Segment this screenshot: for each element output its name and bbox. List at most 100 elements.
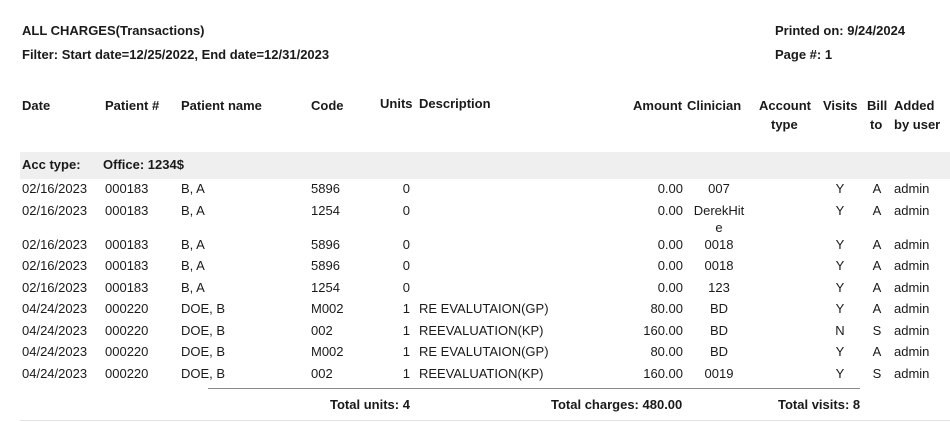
cell-clinician: 007: [708, 181, 730, 196]
col-header-units: Units: [380, 96, 413, 111]
page-number: Page #: 1: [775, 47, 833, 62]
cell-added-by: admin: [894, 181, 930, 196]
cell-units: 0: [402, 258, 410, 273]
cell-added-by: admin: [894, 301, 930, 316]
cell-amount: 80.00: [650, 301, 683, 316]
cell-patient-number: 000183: [105, 203, 149, 218]
cell-amount: 160.00: [643, 323, 683, 338]
cell-date: 04/24/2023: [22, 344, 88, 359]
cell-description: RE EVALUTAION(GP): [419, 301, 549, 316]
cell-patient-name: DOE, B: [181, 344, 226, 359]
col-header-account-type-line2: type: [771, 117, 798, 132]
cell-added-by: admin: [894, 323, 930, 338]
cell-units: 1: [402, 366, 410, 381]
cell-date: 02/16/2023: [22, 203, 88, 218]
cell-code: 5896: [311, 258, 340, 273]
cell-units: 0: [402, 181, 410, 196]
total-charges: Total charges: 480.00: [551, 397, 683, 412]
cell-added-by: admin: [894, 237, 930, 252]
cell-added-by: admin: [894, 366, 930, 381]
cell-patient-number: 000220: [105, 323, 149, 338]
cell-date: 04/24/2023: [22, 366, 88, 381]
cell-amount: 160.00: [643, 366, 683, 381]
cell-patient-number: 000183: [105, 181, 149, 196]
acc-type-label: Acc type:: [22, 157, 81, 172]
cell-description: REEVALUATION(KP): [419, 366, 544, 381]
cell-code: 002: [311, 366, 333, 381]
cell-units: 0: [402, 237, 410, 252]
col-header-date: Date: [22, 98, 51, 113]
col-header-patient-number: Patient #: [105, 98, 160, 113]
cell-clinician: 0019: [704, 366, 734, 381]
cell-patient-name: B, A: [181, 280, 205, 295]
cell-patient-number: 000183: [105, 258, 149, 273]
cell-amount: 0.00: [657, 280, 683, 295]
cell-code: 002: [311, 323, 333, 338]
cell-patient-number: 000220: [105, 301, 149, 316]
cell-bill-to: A: [872, 237, 882, 252]
cell-patient-name: B, A: [181, 258, 205, 273]
cell-clinician: BD: [709, 323, 729, 338]
printed-on: Printed on: 9/24/2024: [775, 23, 906, 38]
cell-patient-number: 000220: [105, 366, 149, 381]
cell-code: M002: [311, 301, 344, 316]
cell-code: 5896: [311, 181, 340, 196]
cell-bill-to: S: [872, 323, 882, 338]
cell-clinician: BD: [709, 344, 729, 359]
cell-units: 1: [402, 344, 410, 359]
cell-visits: Y: [835, 301, 845, 316]
cell-bill-to: A: [872, 301, 882, 316]
cell-patient-name: B, A: [181, 237, 205, 252]
cell-units: 0: [402, 280, 410, 295]
col-header-added-by-line1: Added: [894, 98, 935, 113]
cell-clinician: 0018: [704, 237, 734, 252]
cell-bill-to: A: [872, 344, 882, 359]
col-header-description: Description: [419, 96, 491, 111]
col-header-patient-name: Patient name: [181, 98, 262, 113]
cell-patient-name: DOE, B: [181, 366, 226, 381]
cell-description: RE EVALUTAION(GP): [419, 344, 549, 359]
cell-clinician: BD: [709, 301, 729, 316]
cell-bill-to: A: [872, 258, 882, 273]
cell-date: 02/16/2023: [22, 280, 88, 295]
cell-clinician: 0018: [704, 258, 734, 273]
cell-added-by: admin: [894, 344, 930, 359]
col-header-account-type-line1: Account: [759, 98, 811, 113]
cell-patient-number: 000220: [105, 344, 149, 359]
total-visits: Total visits: 8: [778, 397, 861, 412]
cell-visits: Y: [835, 280, 845, 295]
cell-added-by: admin: [894, 258, 930, 273]
cell-description: REEVALUATION(KP): [419, 323, 544, 338]
col-header-amount: Amount: [633, 98, 683, 113]
cell-code: 1254: [311, 280, 340, 295]
cell-bill-to: S: [872, 366, 882, 381]
cell-amount: 0.00: [657, 258, 683, 273]
cell-date: 04/24/2023: [22, 301, 88, 316]
col-header-code: Code: [311, 98, 344, 113]
cell-visits: Y: [835, 237, 845, 252]
cell-visits: Y: [835, 366, 845, 381]
col-header-clinician: Clinician: [687, 98, 742, 113]
cell-amount: 0.00: [657, 181, 683, 196]
cell-bill-to: A: [872, 280, 882, 295]
cell-visits: Y: [835, 203, 845, 218]
cell-added-by: admin: [894, 280, 930, 295]
cell-visits: Y: [835, 344, 845, 359]
cell-patient-name: B, A: [181, 181, 205, 196]
cell-units: 1: [402, 301, 410, 316]
cell-clinician: 123: [708, 280, 730, 295]
cell-amount: 0.00: [657, 203, 683, 218]
cell-date: 02/16/2023: [22, 258, 88, 273]
cell-patient-number: 000183: [105, 237, 149, 252]
cell-date: 04/24/2023: [22, 323, 88, 338]
report-title: ALL CHARGES(Transactions): [22, 23, 205, 38]
col-header-bill-to-line1: Bill: [867, 98, 888, 113]
report-filter: Filter: Start date=12/25/2022, End date=…: [22, 47, 330, 62]
cell-patient-name: DOE, B: [181, 301, 226, 316]
cell-date: 02/16/2023: [22, 237, 88, 252]
total-units: Total units: 4: [330, 397, 410, 412]
cell-visits: Y: [835, 181, 845, 196]
col-header-added-by-line2: by user: [894, 117, 941, 132]
cell-patient-name: DOE, B: [181, 323, 226, 338]
cell-clinician-wrap: e: [715, 220, 723, 235]
